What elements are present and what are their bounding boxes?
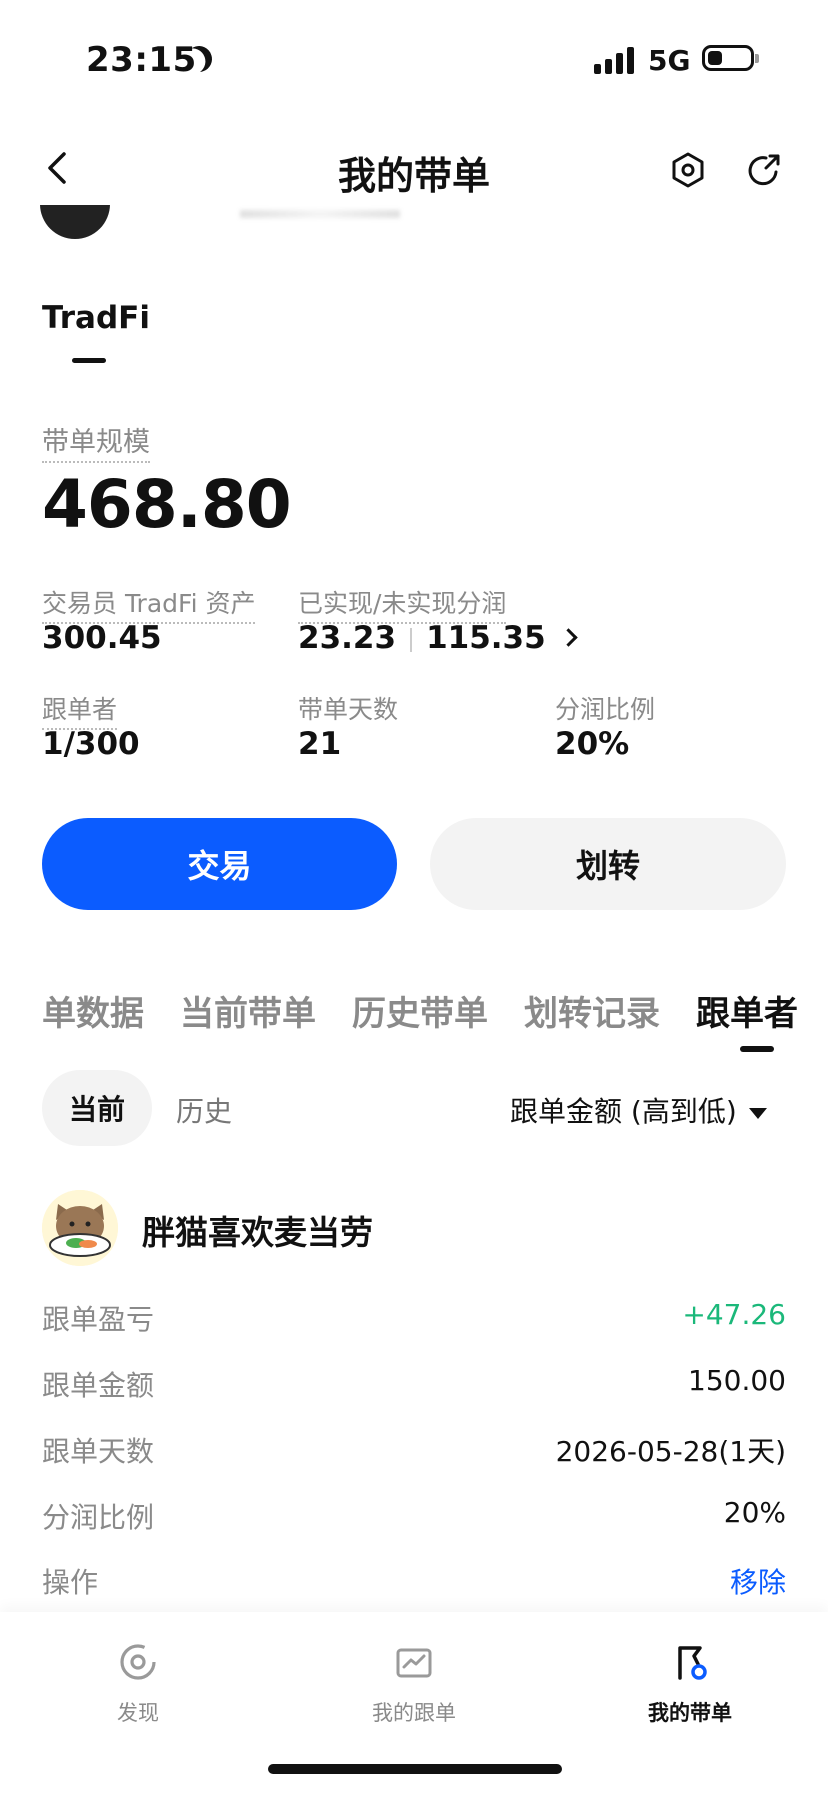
assets-label: 交易员 TradFi 资产 [42,584,256,624]
separator [410,627,413,652]
sort-label: 跟单金额 (高到低) [510,1095,737,1128]
remove-button[interactable]: 移除 [730,1561,786,1601]
follow-days-value: 2026-05-28(1天) [555,1435,786,1468]
trade-button[interactable]: 交易 [42,818,397,910]
days-value: 21 [298,726,342,762]
trader-name-blurred [240,210,400,218]
assets-value: 300.45 [42,620,162,656]
follower-share-value: 20% [723,1496,786,1529]
section-tabs: 单数据 当前带单 历史带单 划转记录 跟单者 [42,986,798,1035]
follower-avatar[interactable] [42,1190,118,1266]
flag-icon [678,1646,707,1680]
follower-name: 胖猫喜欢麦当劳 [142,1213,373,1252]
nav-my-follow-label: 我的跟单 [372,1701,456,1725]
tab-order-data[interactable]: 单数据 [42,986,144,1035]
profit-share-label: 已实现/未实现分润 [298,584,507,624]
subtab-current[interactable]: 当前 [42,1070,152,1146]
battery-icon [702,45,759,71]
share-ratio-value: 20% [555,726,630,762]
tab-tradfi-indicator [72,358,106,363]
followers-value: 1/300 [42,726,140,762]
nav-my-lead-label: 我的带单 [648,1701,732,1725]
unrealized-value: 115.35 [426,620,546,656]
status-time: 23:15 [86,40,197,80]
chart-card-icon [396,1648,432,1678]
days-label: 带单天数 [298,695,399,724]
tab-history-orders[interactable]: 历史带单 [352,986,488,1035]
caret-down-icon [748,1107,767,1119]
scale-value: 468.80 [42,466,292,543]
network-label: 5G [648,44,691,77]
profit-share-values[interactable]: 23.23 115.35 [298,620,578,656]
settings-icon[interactable] [668,150,708,190]
trader-avatar [40,205,110,239]
amount-value: 150.00 [688,1364,786,1397]
nav-my-lead[interactable]: 我的带单 [610,1640,770,1727]
tab-tradfi[interactable]: TradFi [42,300,150,336]
share-icon[interactable] [744,150,784,190]
share-ratio-label: 分润比例 [555,695,656,724]
chevron-right-icon [559,628,578,647]
nav-discover-label: 发现 [117,1701,159,1725]
amount-label: 跟单金额 [42,1369,155,1402]
pnl-label: 跟单盈亏 [42,1303,155,1336]
transfer-button[interactable]: 划转 [430,818,786,910]
pnl-value: +47.26 [682,1298,786,1331]
tab-transfer-records[interactable]: 划转记录 [524,986,660,1035]
action-label: 操作 [42,1566,99,1599]
subtab-history[interactable]: 历史 [176,1090,232,1130]
discover-icon [120,1644,156,1680]
tab-followers[interactable]: 跟单者 [696,986,798,1035]
followers-label: 跟单者 [42,690,118,730]
follower-share-label: 分润比例 [42,1501,155,1534]
tab-followers-indicator [740,1046,774,1052]
scale-label: 带单规模 [42,420,150,463]
follow-days-label: 跟单天数 [42,1435,155,1468]
tab-current-orders[interactable]: 当前带单 [180,986,316,1035]
home-indicator [268,1764,562,1774]
sort-dropdown[interactable]: 跟单金额 (高到低) [510,1090,767,1130]
nav-my-follow[interactable]: 我的跟单 [334,1640,494,1727]
signal-icon [594,46,634,74]
nav-discover[interactable]: 发现 [58,1640,218,1727]
realized-value: 23.23 [298,620,397,656]
